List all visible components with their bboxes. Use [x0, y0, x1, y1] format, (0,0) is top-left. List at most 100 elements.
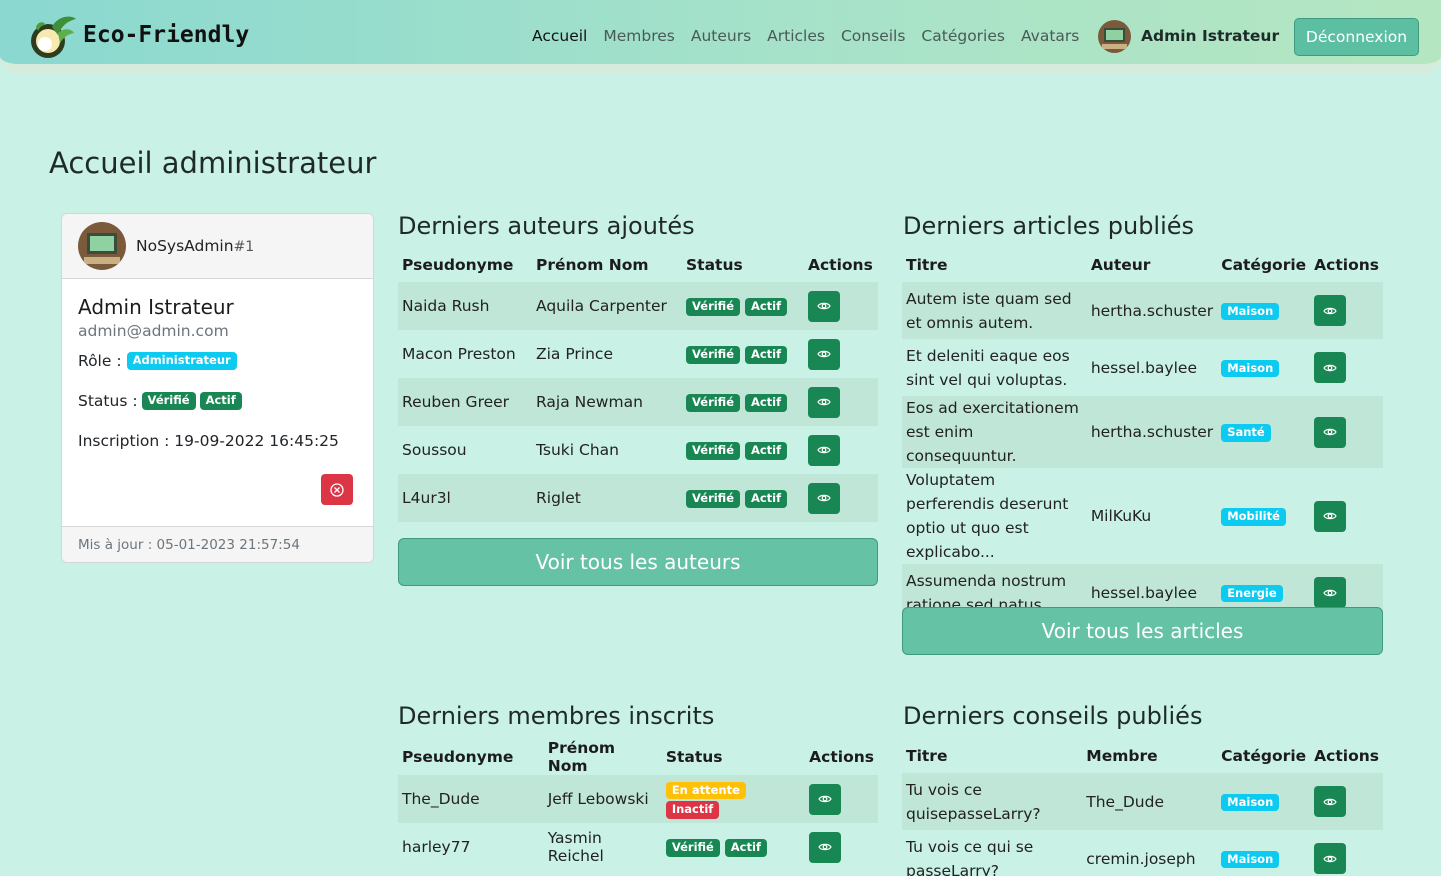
- eye-icon: [1323, 307, 1337, 314]
- col-status: Status: [665, 748, 723, 766]
- category-badge: Mobilité: [1221, 508, 1286, 526]
- cell-name: Zia Prince: [536, 345, 613, 363]
- view-button[interactable]: [1314, 577, 1347, 608]
- cell-author: hessel.baylee: [1090, 358, 1197, 377]
- cell-status: Vérifié Actif: [682, 330, 804, 378]
- cell-category: Maison: [1217, 339, 1310, 396]
- cell-name: Aquila Carpenter: [532, 282, 682, 330]
- table-row: Autem iste quam sed et omnis autem. herth…: [902, 282, 1383, 339]
- eye-icon: [1323, 855, 1337, 862]
- cell-category: Maison: [1217, 773, 1311, 830]
- eye-icon: [1323, 798, 1337, 805]
- cell-category: Mobilité: [1217, 468, 1310, 564]
- eye-icon: [817, 446, 831, 454]
- logout-button[interactable]: Déconnexion: [1294, 18, 1419, 56]
- category-badge: Energie: [1221, 584, 1283, 603]
- table-row: Macon Preston Zia Prince Vérifié Actif: [398, 330, 878, 378]
- view-button[interactable]: [1314, 352, 1347, 383]
- nav-avatars[interactable]: Avatars: [1021, 27, 1079, 45]
- close-circle-icon: [330, 482, 344, 497]
- authors-table: Pseudonyme Prénom Nom Status Actions Nai…: [398, 248, 878, 522]
- cell-actions: [1310, 396, 1383, 468]
- table-row: Naida Rush Aquila Carpenter Vérifié Actif: [398, 282, 878, 330]
- cell-status: Vérifié Actif: [662, 823, 805, 871]
- cell-pseudo: Naida Rush: [398, 282, 532, 330]
- cell-status: Vérifié Actif: [682, 426, 804, 474]
- col-categorie: Catégorie: [1221, 747, 1307, 765]
- profile-card-body: Admin Istrateur admin@admin.com Rôle : A…: [62, 279, 373, 526]
- cell-actions: [804, 378, 878, 426]
- eye-icon: [1323, 364, 1337, 371]
- cell-actions: [804, 330, 878, 378]
- col-status: Status: [686, 256, 743, 274]
- authors-title: Derniers auteurs ajoutés: [398, 212, 695, 240]
- view-button[interactable]: [1314, 786, 1347, 817]
- view-button[interactable]: [809, 831, 842, 863]
- view-button[interactable]: [808, 482, 840, 514]
- status-badge: Actif: [744, 490, 788, 508]
- navbar: Eco-Friendly Accueil Membres Auteurs Art…: [0, 0, 1441, 74]
- view-all-articles-button[interactable]: Voir tous les articles: [902, 607, 1383, 655]
- table-row: Soussou Tsuki Chan Vérifié Actif: [398, 426, 878, 474]
- eye-icon: [1323, 512, 1337, 520]
- nav-user-name[interactable]: Admin Istrateur: [1141, 27, 1279, 45]
- cell-title: Et deleniti eaque eos sint vel qui volup…: [906, 346, 1070, 389]
- view-button[interactable]: [809, 783, 842, 815]
- view-button[interactable]: [808, 338, 840, 370]
- table-row: Voluptatem perferendis deserunt optio ut…: [902, 468, 1383, 564]
- status-badge-active: Actif: [199, 392, 242, 410]
- eye-icon: [1323, 589, 1337, 596]
- view-button[interactable]: [1314, 500, 1347, 532]
- col-titre: Titre: [906, 256, 948, 274]
- cell-actions: [1310, 773, 1383, 830]
- nav-auteurs[interactable]: Auteurs: [691, 27, 751, 45]
- profile-pseudo: NoSysAdmin#1: [136, 237, 254, 255]
- nav-membres[interactable]: Membres: [603, 27, 675, 45]
- brand-title[interactable]: Eco-Friendly: [83, 22, 249, 48]
- profile-role-label: Rôle :: [78, 352, 122, 370]
- user-avatar[interactable]: [1098, 20, 1131, 53]
- col-actions: Actions: [1314, 256, 1379, 274]
- cell-title: Eos ad exercitationem est enim consequun…: [902, 396, 1087, 468]
- table-row: Et deleniti eaque eos sint vel qui volup…: [902, 339, 1383, 396]
- cell-category: Maison: [1217, 830, 1310, 876]
- nav-articles[interactable]: Articles: [767, 27, 825, 45]
- col-actions: Actions: [809, 748, 874, 766]
- view-button[interactable]: [808, 386, 840, 418]
- view-button[interactable]: [808, 290, 840, 322]
- cell-actions: [1310, 468, 1383, 564]
- cell-author: hertha.schuster: [1086, 282, 1218, 339]
- cell-pseudo: L4ur3l: [398, 474, 532, 522]
- cell-actions: [804, 474, 878, 522]
- nav-categories[interactable]: Catégories: [921, 27, 1005, 45]
- tips-title: Derniers conseils publiés: [903, 702, 1203, 730]
- profile-email: admin@admin.com: [78, 322, 229, 340]
- cell-status: Vérifié Actif: [682, 474, 804, 522]
- nav-conseils[interactable]: Conseils: [841, 27, 905, 45]
- delete-button[interactable]: [321, 474, 353, 505]
- status-badge: Inactif: [665, 801, 720, 819]
- table-row: L4ur3l Riglet Vérifié Actif: [398, 474, 878, 522]
- profile-status-label: Status :: [78, 392, 138, 410]
- profile-pseudo-num: #1: [233, 239, 255, 255]
- cell-pseudo: Macon Preston: [402, 345, 516, 363]
- nav-accueil[interactable]: Accueil: [532, 27, 587, 45]
- col-actions: Actions: [1314, 747, 1379, 765]
- articles-table: Titre Auteur Catégorie Actions Autem ist…: [902, 248, 1383, 621]
- cell-author: MilKuKu: [1090, 507, 1152, 525]
- col-titre: Titre: [906, 747, 948, 765]
- view-button[interactable]: [1314, 416, 1347, 448]
- col-pseudonyme: Pseudonyme: [402, 748, 514, 766]
- profile-card-header: NoSysAdmin#1: [62, 214, 373, 279]
- cell-title: Voluptatem perferendis deserunt optio ut…: [906, 471, 1069, 561]
- table-row: Eos ad exercitationem est enim consequun…: [902, 396, 1383, 468]
- category-badge: Maison: [1221, 359, 1280, 378]
- logo-icon[interactable]: [28, 13, 78, 59]
- view-all-authors-button[interactable]: Voir tous les auteurs: [398, 538, 878, 586]
- view-button[interactable]: [1314, 843, 1347, 874]
- view-button[interactable]: [1314, 295, 1347, 326]
- view-button[interactable]: [808, 434, 840, 466]
- status-badge: Vérifié: [665, 839, 720, 857]
- profile-role: Rôle : Administrateur: [78, 352, 237, 370]
- cell-name: Raja Newman: [532, 378, 682, 426]
